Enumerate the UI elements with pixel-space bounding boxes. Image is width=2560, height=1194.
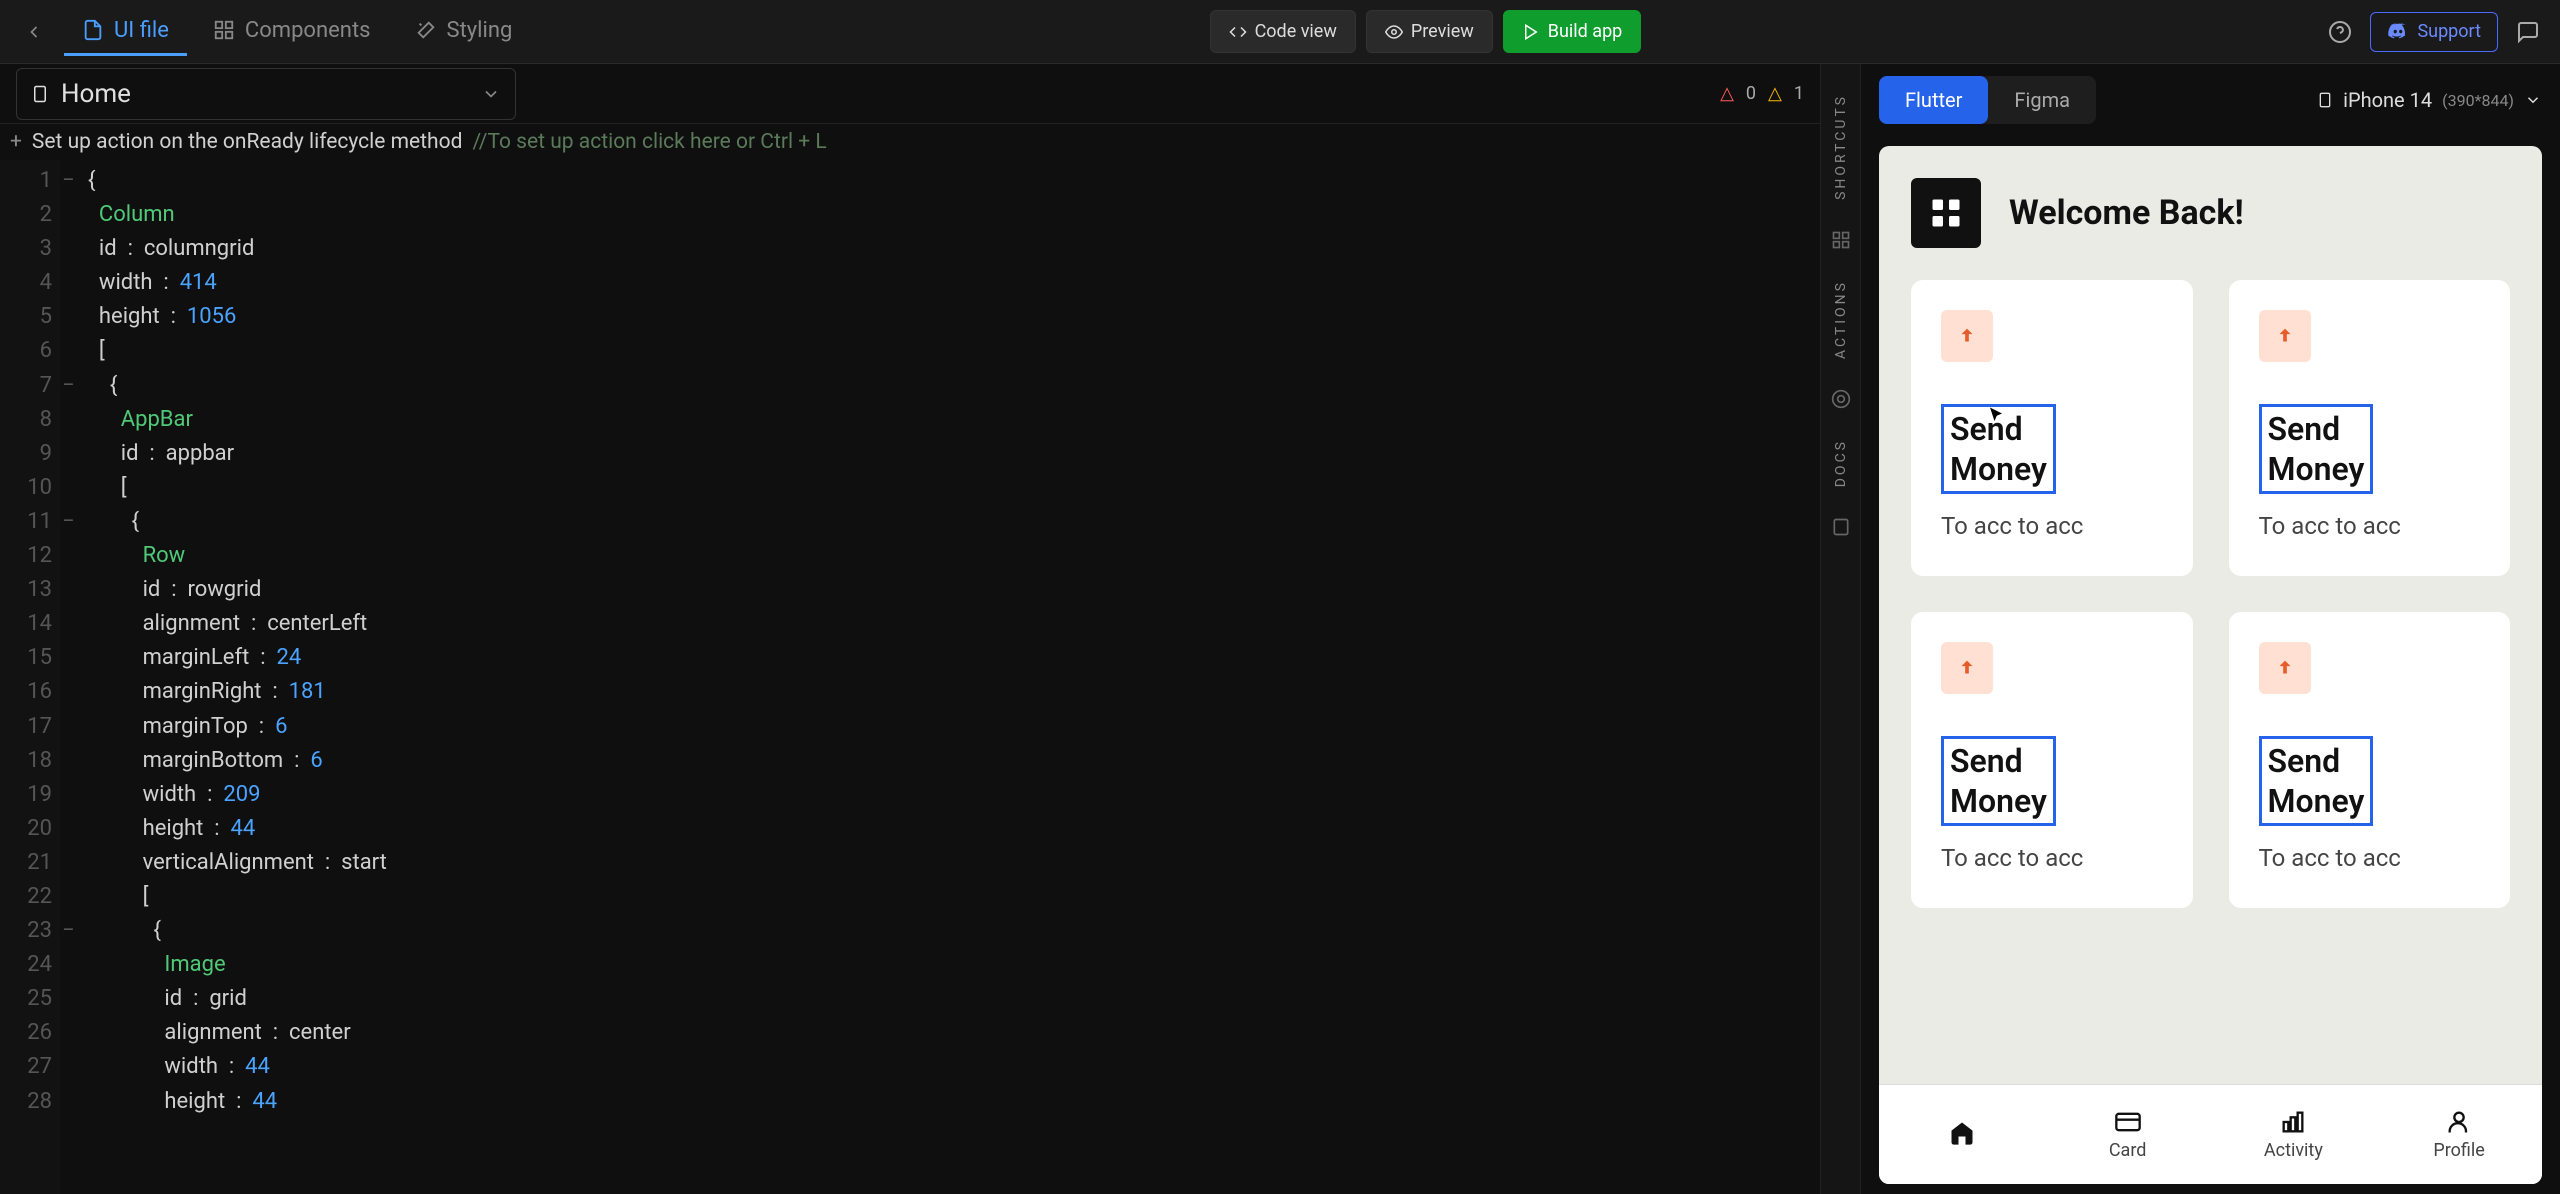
card-subtitle: To acc to acc: [2259, 512, 2481, 540]
code-view-button[interactable]: Code view: [1210, 10, 1356, 53]
send-money-card[interactable]: SendMoney To acc to acc: [1911, 280, 2193, 576]
build-app-button[interactable]: Build app: [1503, 10, 1642, 53]
tab-label: Styling: [447, 18, 513, 43]
device-dim: (390*844): [2442, 91, 2514, 110]
phone-icon: [2317, 88, 2333, 112]
nav-profile[interactable]: Profile: [2376, 1085, 2542, 1184]
docs-icon: [1831, 517, 1851, 537]
card-title: SendMoney: [2259, 404, 2374, 494]
vertical-rail: SHORTCUTS ACTIONS DOCS: [1820, 64, 1860, 1194]
editor-pane: Home △ 0 △ 1 + Set up action on the onRe…: [0, 64, 1820, 1194]
button-label: Support: [2417, 21, 2481, 42]
tab-flutter[interactable]: Flutter: [1879, 76, 1988, 124]
arrow-up-icon: [1941, 310, 1993, 362]
action-comment: //To set up action click here or Ctrl + …: [472, 130, 826, 154]
card-subtitle: To acc to acc: [1941, 512, 2163, 540]
help-icon: [2328, 20, 2352, 44]
phone-icon: [31, 82, 49, 106]
topbar: UI file Components Styling Code view Pre…: [0, 0, 2560, 64]
discord-icon: [2387, 21, 2409, 43]
preview-button[interactable]: Preview: [1366, 10, 1493, 53]
code-icon: [1229, 23, 1247, 41]
line-gutter: 1 2 3 4 5 6 7 8 9 10 11 12 13 14 15 16 1…: [0, 160, 60, 1194]
tab-components[interactable]: Components: [195, 8, 389, 56]
nav-label: Card: [2109, 1140, 2147, 1161]
code-body[interactable]: { Column id : columngrid width : 414 hei…: [76, 160, 1820, 1194]
chevron-down-icon: [2524, 91, 2542, 109]
button-label: Code view: [1255, 21, 1337, 42]
welcome-title: Welcome Back!: [2009, 193, 2244, 233]
nav-activity[interactable]: Activity: [2211, 1085, 2377, 1184]
button-label: Preview: [1411, 21, 1474, 42]
support-button[interactable]: Support: [2370, 12, 2498, 52]
tab-styling[interactable]: Styling: [397, 8, 531, 56]
card-subtitle: To acc to acc: [1941, 844, 2163, 872]
card-title: SendMoney: [2259, 736, 2374, 826]
nav-card[interactable]: Card: [2045, 1085, 2211, 1184]
activity-icon: [2279, 1108, 2307, 1136]
file-selector[interactable]: Home: [16, 68, 516, 120]
chat-icon: [2516, 20, 2540, 44]
fold-column: − − − −: [60, 160, 76, 1194]
plus-icon: +: [10, 130, 22, 154]
rail-docs[interactable]: DOCS: [1833, 439, 1849, 487]
play-icon: [1522, 23, 1540, 41]
preview-pane: Flutter Figma iPhone 14 (390*844): [1860, 64, 2560, 1194]
grid-icon: [213, 19, 235, 41]
actions-icon: [1831, 389, 1851, 409]
rail-actions[interactable]: ACTIONS: [1833, 280, 1849, 359]
error-count: 0: [1746, 83, 1756, 104]
help-button[interactable]: [2320, 12, 2360, 52]
send-money-card[interactable]: SendMoney To acc to acc: [1911, 612, 2193, 908]
preview-tab-group: Flutter Figma: [1879, 76, 2096, 124]
tab-label: UI file: [114, 18, 169, 43]
send-money-card[interactable]: SendMoney To acc to acc: [2229, 612, 2511, 908]
eye-icon: [1385, 23, 1403, 41]
card-subtitle: To acc to acc: [2259, 844, 2481, 872]
arrow-up-icon: [2259, 642, 2311, 694]
card-title: SendMoney: [1941, 736, 2056, 826]
file-name: Home: [61, 79, 131, 109]
file-icon: [82, 19, 104, 41]
arrow-up-icon: [2259, 310, 2311, 362]
button-label: Build app: [1548, 21, 1623, 42]
lifecycle-action-bar[interactable]: + Set up action on the onReady lifecycle…: [0, 124, 1820, 160]
chat-button[interactable]: [2508, 12, 2548, 52]
card-title: SendMoney: [1941, 404, 2056, 494]
profile-icon: [2445, 1108, 2473, 1136]
issues-indicator[interactable]: △ 0 △ 1: [1720, 83, 1804, 104]
wand-icon: [415, 19, 437, 41]
nav-label: Profile: [2433, 1140, 2484, 1161]
tab-label: Components: [245, 18, 371, 43]
device-name: iPhone 14: [2343, 88, 2432, 112]
error-icon: △: [1720, 83, 1734, 104]
tab-figma[interactable]: Figma: [1988, 76, 2096, 124]
action-text: Set up action on the onReady lifecycle m…: [32, 130, 463, 154]
app-grid-icon[interactable]: [1911, 178, 1981, 248]
code-editor[interactable]: 1 2 3 4 5 6 7 8 9 10 11 12 13 14 15 16 1…: [0, 160, 1820, 1194]
warning-icon: △: [1768, 83, 1782, 104]
nav-home[interactable]: [1879, 1085, 2045, 1184]
shortcuts-icon: [1831, 230, 1851, 250]
card-icon: [2114, 1108, 2142, 1136]
arrow-up-icon: [1941, 642, 1993, 694]
warning-count: 1: [1794, 83, 1804, 104]
nav-label: Activity: [2264, 1140, 2323, 1161]
bottom-nav: Card Activity Profile: [1879, 1084, 2542, 1184]
rail-shortcuts[interactable]: SHORTCUTS: [1833, 94, 1849, 200]
back-button[interactable]: [12, 10, 56, 54]
device-selector[interactable]: iPhone 14 (390*844): [2317, 88, 2542, 112]
chevron-down-icon: [481, 84, 501, 104]
home-icon: [1948, 1119, 1976, 1147]
tab-ui-file[interactable]: UI file: [64, 8, 187, 56]
device-frame: Welcome Back! SendMoney To acc to acc Se…: [1879, 146, 2542, 1184]
send-money-card[interactable]: SendMoney To acc to acc: [2229, 280, 2511, 576]
